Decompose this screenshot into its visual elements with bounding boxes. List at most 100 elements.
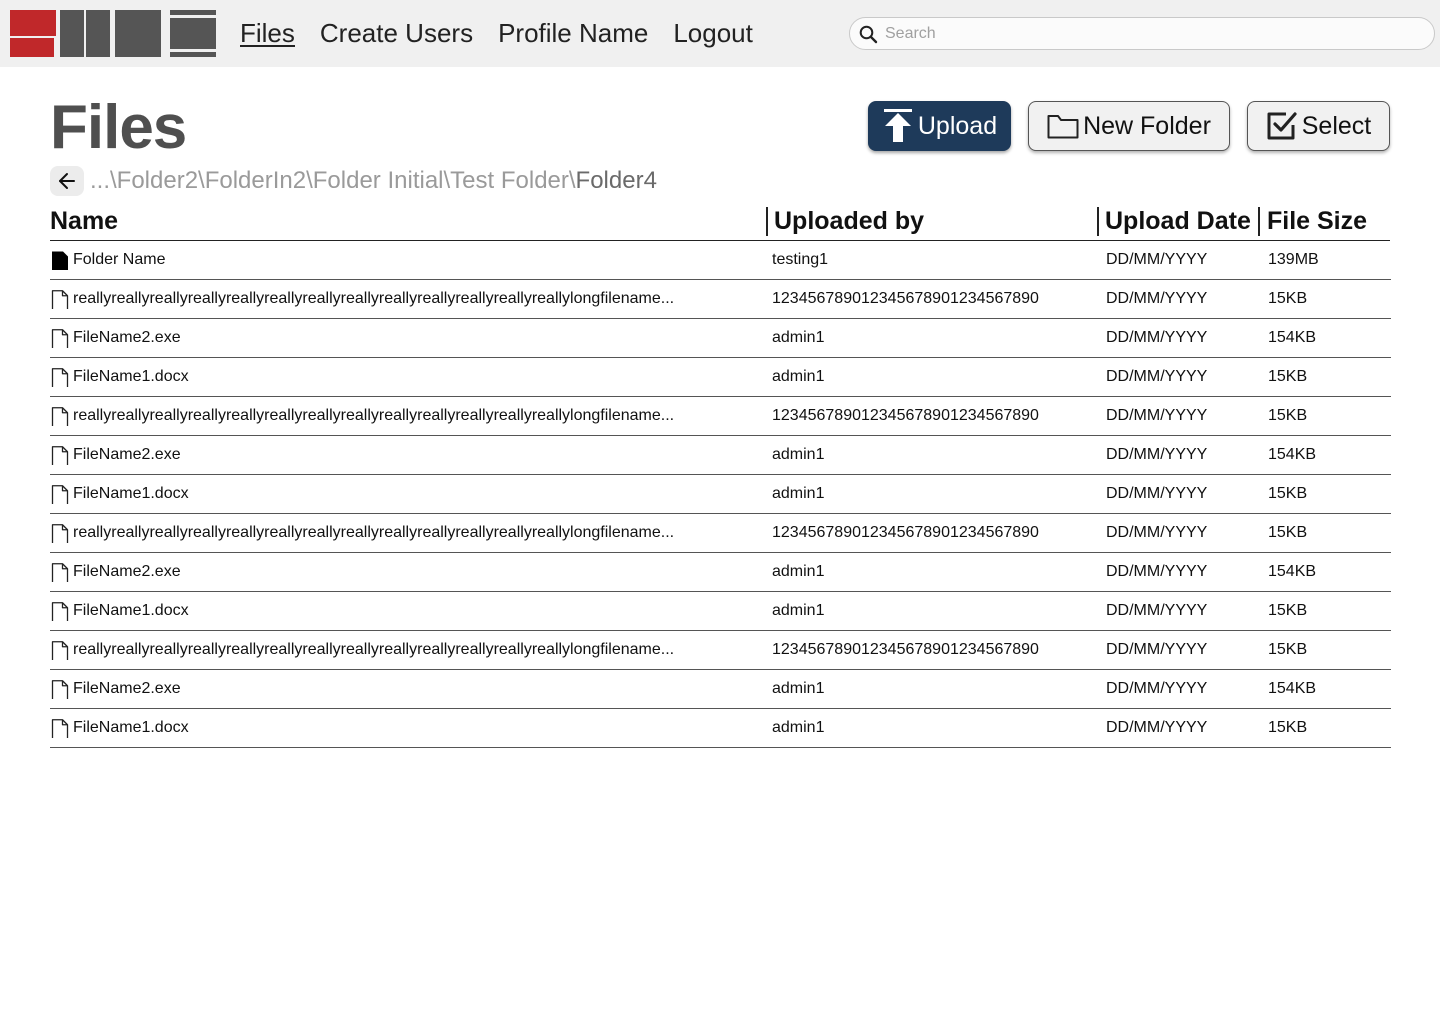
file-icon	[51, 405, 69, 426]
row-name: FileName2.exe	[73, 446, 181, 463]
new-folder-button-label: New Folder	[1083, 111, 1211, 140]
row-uploaded-by: admin1	[772, 719, 825, 736]
column-header-file-size[interactable]: File Size	[1267, 207, 1367, 236]
column-divider[interactable]	[1097, 207, 1099, 236]
select-button[interactable]: Select	[1247, 101, 1390, 151]
row-file-size: 15KB	[1268, 485, 1308, 502]
row-uploaded-by: admin1	[772, 446, 825, 463]
back-button[interactable]	[50, 166, 84, 196]
row-name: FileName1.docx	[73, 368, 189, 385]
row-file-size: 15KB	[1268, 524, 1308, 541]
file-icon	[51, 678, 69, 699]
row-name: reallyreallyreallyreallyreallyreallyreal…	[73, 290, 675, 307]
table-row[interactable]: Folder Name testing1 DD/MM/YYYY 139MB	[50, 241, 1391, 280]
column-divider[interactable]	[1258, 207, 1260, 236]
table-row[interactable]: reallyreallyreallyreallyreallyreallyreal…	[50, 514, 1391, 553]
row-name: reallyreallyreallyreallyreallyreallyreal…	[73, 641, 675, 658]
breadcrumb-path[interactable]: ...\Folder2\FolderIn2\Folder Initial\Tes…	[90, 167, 576, 194]
table-header: Name Uploaded by Upload Date File Size	[50, 203, 1390, 241]
row-uploaded-by: 123456789012345678901234567890	[772, 641, 1039, 658]
row-file-size: 154KB	[1268, 329, 1317, 346]
upload-button[interactable]: Upload	[868, 101, 1011, 151]
file-icon	[51, 639, 69, 660]
nav-files-link[interactable]: Files	[240, 0, 295, 67]
app-logo[interactable]	[10, 10, 216, 57]
table-row[interactable]: FileName2.exe admin1 DD/MM/YYYY 154KB	[50, 553, 1391, 592]
file-table-body: Folder Name testing1 DD/MM/YYYY 139MB really…	[50, 241, 1391, 748]
search-input[interactable]	[885, 19, 1415, 48]
row-file-size: 15KB	[1268, 368, 1308, 385]
file-icon	[51, 288, 69, 309]
row-file-size: 15KB	[1268, 290, 1308, 307]
row-upload-date: DD/MM/YYYY	[1106, 602, 1208, 619]
row-uploaded-by: admin1	[772, 329, 825, 346]
top-bar: Files Create Users Profile Name Logout	[0, 0, 1440, 67]
new-folder-button[interactable]: New Folder	[1028, 101, 1230, 151]
row-uploaded-by: admin1	[772, 485, 825, 502]
file-icon	[51, 717, 69, 738]
table-row[interactable]: reallyreallyreallyreallyreallyreallyreal…	[50, 280, 1391, 319]
row-uploaded-by: admin1	[772, 563, 825, 580]
table-row[interactable]: FileName1.docx admin1 DD/MM/YYYY 15KB	[50, 709, 1391, 748]
row-file-size: 15KB	[1268, 719, 1308, 736]
row-name: reallyreallyreallyreallyreallyreallyreal…	[73, 524, 675, 541]
row-upload-date: DD/MM/YYYY	[1106, 368, 1208, 385]
row-upload-date: DD/MM/YYYY	[1106, 719, 1208, 736]
column-divider[interactable]	[766, 207, 768, 236]
nav-create-users-link[interactable]: Create Users	[320, 0, 473, 67]
row-name: FileName1.docx	[73, 602, 189, 619]
row-uploaded-by: testing1	[772, 251, 829, 268]
breadcrumb-current: Folder4	[575, 167, 657, 194]
upload-button-label: Upload	[917, 111, 998, 140]
table-row[interactable]: FileName2.exe admin1 DD/MM/YYYY 154KB	[50, 436, 1391, 475]
table-row[interactable]: FileName1.docx admin1 DD/MM/YYYY 15KB	[50, 358, 1391, 397]
row-upload-date: DD/MM/YYYY	[1106, 524, 1208, 541]
row-uploaded-by: admin1	[772, 602, 825, 619]
file-icon	[51, 327, 69, 348]
page-title: Files	[50, 93, 187, 162]
row-file-size: 154KB	[1268, 446, 1317, 463]
row-file-size: 15KB	[1268, 641, 1308, 658]
folder-filled-icon	[51, 249, 69, 270]
row-upload-date: DD/MM/YYYY	[1106, 485, 1208, 502]
table-row[interactable]: FileName2.exe admin1 DD/MM/YYYY 154KB	[50, 319, 1391, 358]
column-header-name[interactable]: Name	[50, 207, 118, 236]
row-uploaded-by: 123456789012345678901234567890	[772, 290, 1039, 307]
table-row[interactable]: FileName1.docx admin1 DD/MM/YYYY 15KB	[50, 592, 1391, 631]
column-header-upload-date[interactable]: Upload Date	[1105, 207, 1251, 236]
row-file-size: 15KB	[1268, 602, 1308, 619]
upload-icon	[883, 109, 912, 142]
table-row[interactable]: FileName2.exe admin1 DD/MM/YYYY 154KB	[50, 670, 1391, 709]
nav-logout-link[interactable]: Logout	[673, 0, 753, 67]
file-icon	[51, 561, 69, 582]
file-icon	[51, 444, 69, 465]
row-file-size: 15KB	[1268, 407, 1308, 424]
row-file-size: 154KB	[1268, 563, 1317, 580]
row-uploaded-by: 123456789012345678901234567890	[772, 524, 1039, 541]
row-upload-date: DD/MM/YYYY	[1106, 680, 1208, 697]
file-icon	[51, 483, 69, 504]
checkbox-checked-icon	[1267, 112, 1297, 140]
row-upload-date: DD/MM/YYYY	[1106, 641, 1208, 658]
row-file-size: 139MB	[1268, 251, 1319, 268]
row-uploaded-by: 123456789012345678901234567890	[772, 407, 1039, 424]
row-name: FileName1.docx	[73, 485, 189, 502]
row-name: FileName2.exe	[73, 563, 181, 580]
column-header-uploaded-by[interactable]: Uploaded by	[774, 207, 924, 236]
file-icon	[51, 600, 69, 621]
row-file-size: 154KB	[1268, 680, 1317, 697]
table-row[interactable]: FileName1.docx admin1 DD/MM/YYYY 15KB	[50, 475, 1391, 514]
row-name: FileName2.exe	[73, 329, 181, 346]
table-row[interactable]: reallyreallyreallyreallyreallyreallyreal…	[50, 631, 1391, 670]
row-name: Folder Name	[73, 251, 166, 268]
file-icon	[51, 522, 69, 543]
row-uploaded-by: admin1	[772, 680, 825, 697]
row-upload-date: DD/MM/YYYY	[1106, 251, 1208, 268]
row-upload-date: DD/MM/YYYY	[1106, 446, 1208, 463]
row-name: reallyreallyreallyreallyreallyreallyreal…	[73, 407, 675, 424]
nav-profile-name-link[interactable]: Profile Name	[498, 0, 648, 67]
table-row[interactable]: reallyreallyreallyreallyreallyreallyreal…	[50, 397, 1391, 436]
search-box[interactable]	[849, 17, 1435, 50]
main-nav: Files Create Users Profile Name Logout	[240, 0, 778, 67]
row-upload-date: DD/MM/YYYY	[1106, 407, 1208, 424]
